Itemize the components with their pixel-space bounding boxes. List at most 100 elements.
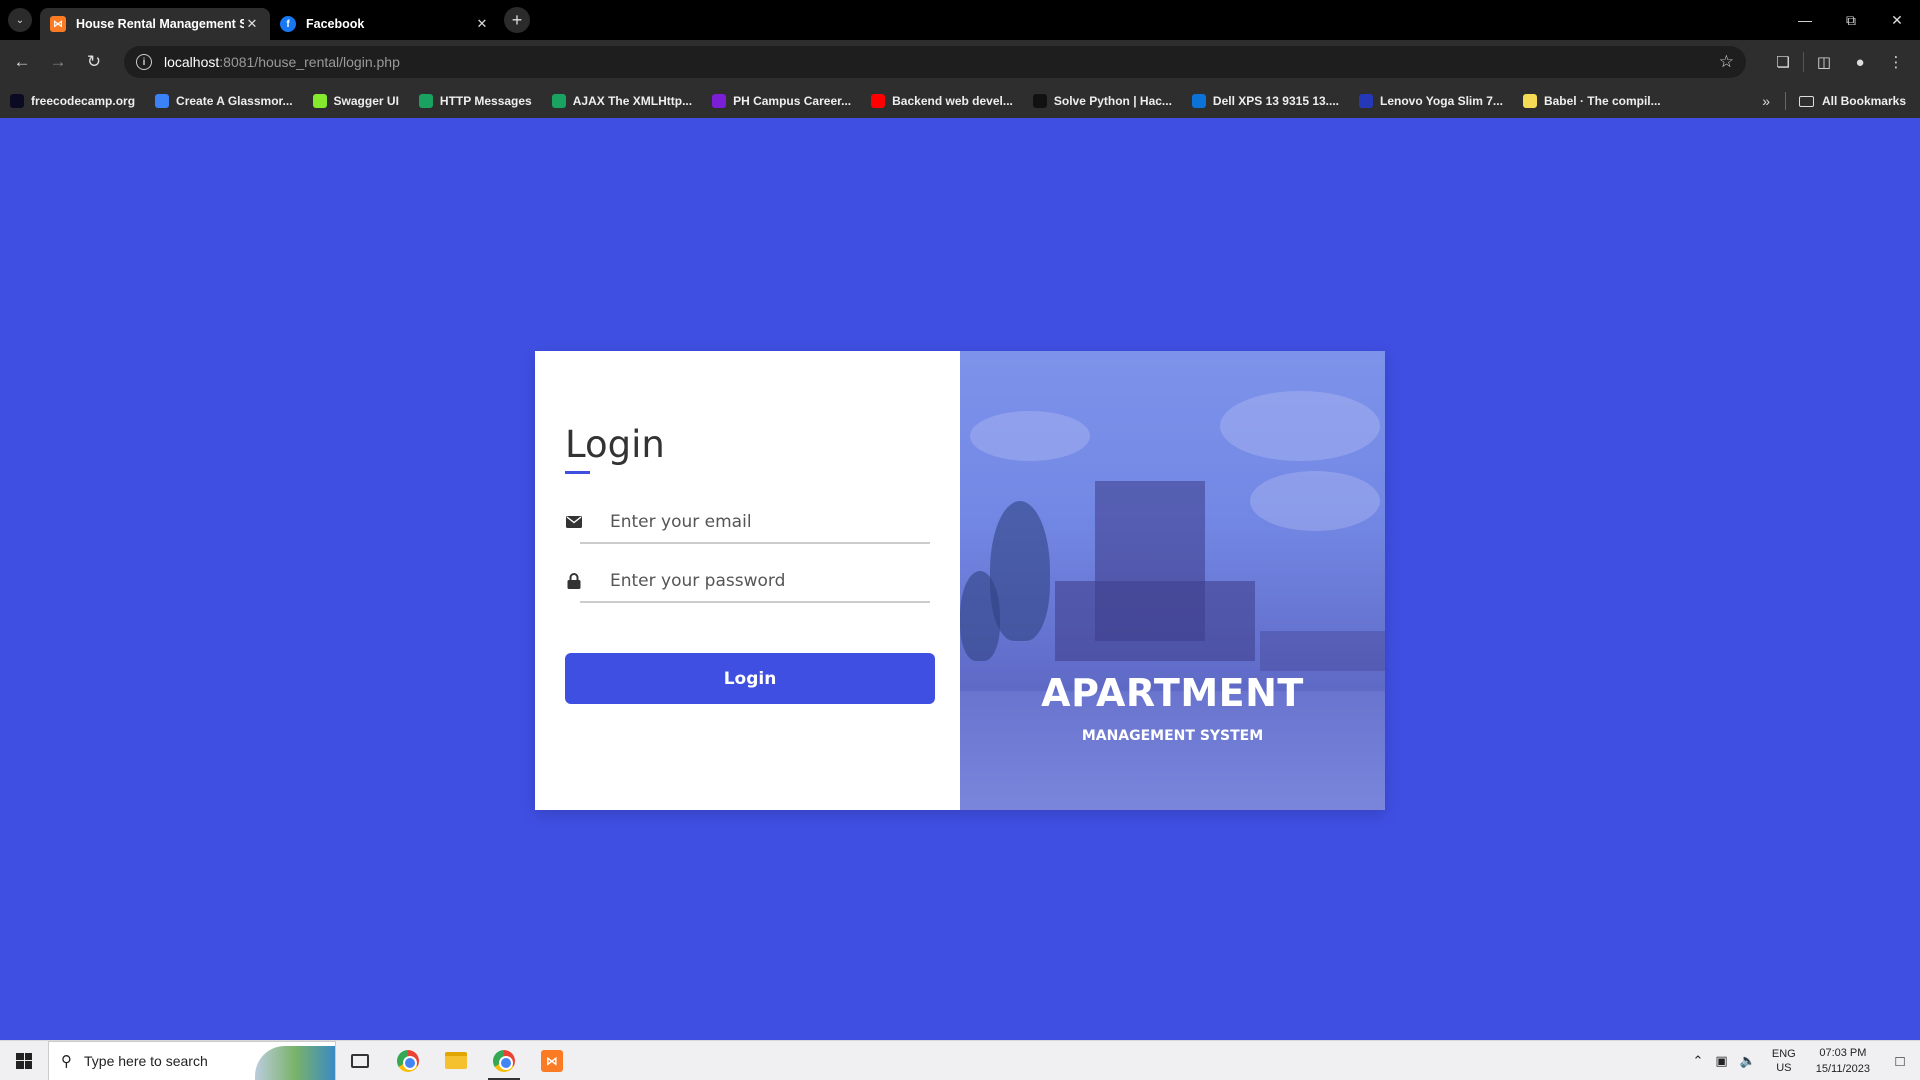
menu-kebab-icon[interactable]: ⋮ xyxy=(1878,44,1914,80)
bookmark-item[interactable]: freecodecamp.org xyxy=(10,94,135,108)
url-path: :8081/house_rental/login.php xyxy=(219,54,400,70)
ph-icon xyxy=(712,94,727,108)
all-bookmarks-button[interactable]: All Bookmarks xyxy=(1798,94,1906,108)
login-title: Login xyxy=(565,423,665,466)
folder-icon xyxy=(1798,95,1814,107)
profile-icon[interactable]: ● xyxy=(1842,44,1878,80)
tab-house-rental[interactable]: ⋈ House Rental Management Sy ✕ xyxy=(40,8,270,40)
bookmark-item[interactable]: Backend web devel... xyxy=(871,94,1013,108)
glassmorphism-icon xyxy=(155,94,170,108)
clock-time: 07:03 PM xyxy=(1819,1047,1867,1059)
bookmark-label: Babel · The compil... xyxy=(1543,94,1661,108)
bookmark-star-icon[interactable]: ☆ xyxy=(1719,52,1734,72)
tab-search-button[interactable]: ⌄ xyxy=(8,8,32,32)
language-indicator[interactable]: ENG US xyxy=(1772,1047,1796,1075)
apartment-image: APARTMENT MANAGEMENT SYSTEM xyxy=(960,351,1385,810)
clock-date: 15/11/2023 xyxy=(1815,1063,1870,1075)
bookmark-item[interactable]: HTTP Messages xyxy=(418,94,532,108)
facebook-icon: f xyxy=(280,16,296,32)
system-tray: ⌃ ▣ 🔈 ENG US 07:03 PM 15/11/2023 □ xyxy=(1687,1041,1920,1080)
search-highlight-art xyxy=(255,1045,335,1080)
close-window-icon[interactable]: ✕ xyxy=(1874,0,1920,40)
bookmark-item[interactable]: AJAX The XMLHttp... xyxy=(551,94,692,108)
hero-subtitle: MANAGEMENT SYSTEM xyxy=(1081,728,1264,744)
region-code: US xyxy=(1776,1062,1792,1074)
browser-toolbar: ← → ↻ i localhost:8081/house_rental/logi… xyxy=(0,40,1920,84)
mdn-icon xyxy=(418,94,433,108)
reload-icon[interactable]: ↻ xyxy=(76,44,112,80)
restore-icon[interactable]: ⧉ xyxy=(1828,0,1874,40)
tab-title: House Rental Management Sy xyxy=(76,17,244,31)
taskbar-xampp[interactable]: ⋈ xyxy=(528,1041,576,1080)
bookmark-item[interactable]: Swagger UI xyxy=(312,94,399,108)
tab-close-icon[interactable]: ✕ xyxy=(244,16,260,32)
file-explorer-icon xyxy=(445,1052,467,1069)
chrome-icon xyxy=(397,1049,419,1072)
taskbar-file-explorer[interactable] xyxy=(432,1041,480,1080)
lock-icon xyxy=(565,572,583,590)
taskbar-search[interactable]: ⚲ Type here to search xyxy=(48,1040,336,1080)
windows-logo-icon xyxy=(16,1052,32,1069)
bookmark-item[interactable]: Babel · The compil... xyxy=(1522,94,1661,108)
taskbar-chrome-profile[interactable] xyxy=(480,1041,528,1080)
volume-icon[interactable]: 🔈 xyxy=(1740,1053,1756,1069)
bookmark-label: HTTP Messages xyxy=(439,94,532,108)
bookmark-item[interactable]: Solve Python | Hac... xyxy=(1032,94,1172,108)
task-view-button[interactable] xyxy=(336,1041,384,1080)
swagger-icon xyxy=(312,94,327,108)
tab-title: Facebook xyxy=(306,17,365,31)
bookmarks-divider xyxy=(1785,92,1786,110)
email-input[interactable] xyxy=(610,506,920,538)
notifications-icon[interactable]: □ xyxy=(1880,1041,1920,1080)
browser-tab-strip: ⌄ ⋈ House Rental Management Sy ✕ f Faceb… xyxy=(0,0,1920,40)
bookmark-label: freecodecamp.org xyxy=(31,94,136,108)
window-controls: — ⧉ ✕ xyxy=(1782,0,1920,40)
windows-taskbar: ⚲ Type here to search ⋈ ⌃ ▣ 🔈 ENG US 07:… xyxy=(0,1040,1920,1080)
chevron-up-icon[interactable]: ⌃ xyxy=(1693,1053,1704,1069)
bookmark-label: Swagger UI xyxy=(333,94,399,108)
babel-icon xyxy=(1522,94,1537,108)
login-card: Login Login APARTMENT MANAGEM xyxy=(535,351,1385,810)
bookmark-label: Dell XPS 13 9315 13.... xyxy=(1212,94,1340,108)
youtube-icon xyxy=(871,94,886,108)
clock[interactable]: 07:03 PM 15/11/2023 xyxy=(1816,1045,1870,1077)
bookmark-item[interactable]: Create A Glassmor... xyxy=(155,94,293,108)
chrome-icon xyxy=(493,1049,515,1072)
minimize-icon[interactable]: — xyxy=(1782,0,1828,40)
bookmarks-bar: freecodecamp.org Create A Glassmor... Swag… xyxy=(0,84,1920,118)
site-info-icon[interactable]: i xyxy=(136,54,152,70)
all-bookmarks-label: All Bookmarks xyxy=(1821,94,1906,108)
back-arrow-icon[interactable]: ← xyxy=(4,44,40,80)
xampp-icon: ⋈ xyxy=(541,1049,563,1072)
login-form: Login Login xyxy=(535,351,960,810)
hackerrank-icon xyxy=(1032,94,1047,108)
forward-arrow-icon[interactable]: → xyxy=(40,44,76,80)
bookmark-item[interactable]: Lenovo Yoga Slim 7... xyxy=(1359,94,1503,108)
bookmark-label: Create A Glassmor... xyxy=(176,94,293,108)
tab-close-icon[interactable]: ✕ xyxy=(474,16,490,32)
toolbar-divider xyxy=(1803,52,1804,72)
url-host: localhost xyxy=(164,54,220,70)
new-tab-button[interactable]: + xyxy=(504,7,530,33)
bookmark-label: PH Campus Career... xyxy=(733,94,852,108)
start-button[interactable] xyxy=(0,1041,48,1080)
extensions-icon[interactable]: ❏ xyxy=(1765,44,1801,80)
email-underline xyxy=(580,542,930,544)
lenovo-icon xyxy=(1359,94,1374,108)
w3schools-icon xyxy=(551,94,566,108)
email-field xyxy=(565,500,930,544)
bookmark-label: Lenovo Yoga Slim 7... xyxy=(1380,94,1503,108)
address-bar[interactable]: i localhost:8081/house_rental/login.php … xyxy=(124,46,1746,78)
meet-now-icon[interactable]: ▣ xyxy=(1715,1053,1727,1069)
login-button[interactable]: Login xyxy=(565,653,935,704)
bookmark-item[interactable]: Dell XPS 13 9315 13.... xyxy=(1191,94,1340,108)
taskbar-chrome[interactable] xyxy=(384,1041,432,1080)
side-panel-icon[interactable]: ◫ xyxy=(1806,44,1842,80)
password-field xyxy=(565,559,930,603)
password-input[interactable] xyxy=(610,565,920,597)
more-bookmarks-icon[interactable]: » xyxy=(1762,93,1770,109)
tab-facebook[interactable]: f Facebook ✕ xyxy=(270,8,500,40)
bookmark-item[interactable]: PH Campus Career... xyxy=(712,94,851,108)
freecodecamp-icon xyxy=(10,94,24,108)
task-view-icon xyxy=(351,1053,369,1068)
